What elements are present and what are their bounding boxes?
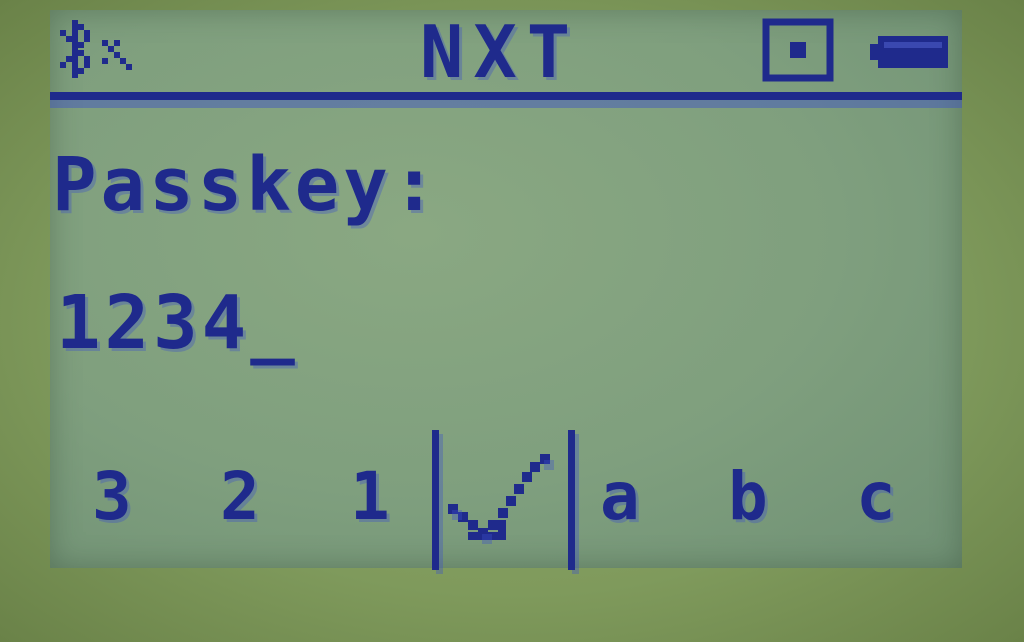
status-divider — [50, 92, 962, 100]
device-title: NXT — [420, 10, 581, 94]
picker-item[interactable]: 1 — [350, 458, 390, 535]
lcd-screen: NXT Passkey: 1234_ 3 2 1 a b c — [50, 10, 962, 570]
picker-item[interactable]: c — [856, 458, 896, 535]
picker-item[interactable]: 3 — [92, 458, 132, 535]
checkmark-icon[interactable] — [440, 446, 570, 556]
selection-bracket-right — [568, 430, 575, 570]
passkey-input[interactable]: 1234_ — [56, 280, 299, 366]
usb-connection-icon — [762, 18, 834, 82]
passkey-label: Passkey: — [52, 142, 441, 228]
picker-item[interactable]: b — [728, 458, 768, 535]
bluetooth-icon — [60, 20, 132, 78]
picker-item[interactable]: 2 — [220, 458, 260, 535]
selection-bracket-left — [432, 430, 439, 570]
battery-icon — [870, 36, 948, 68]
picker-item[interactable]: a — [600, 458, 640, 535]
